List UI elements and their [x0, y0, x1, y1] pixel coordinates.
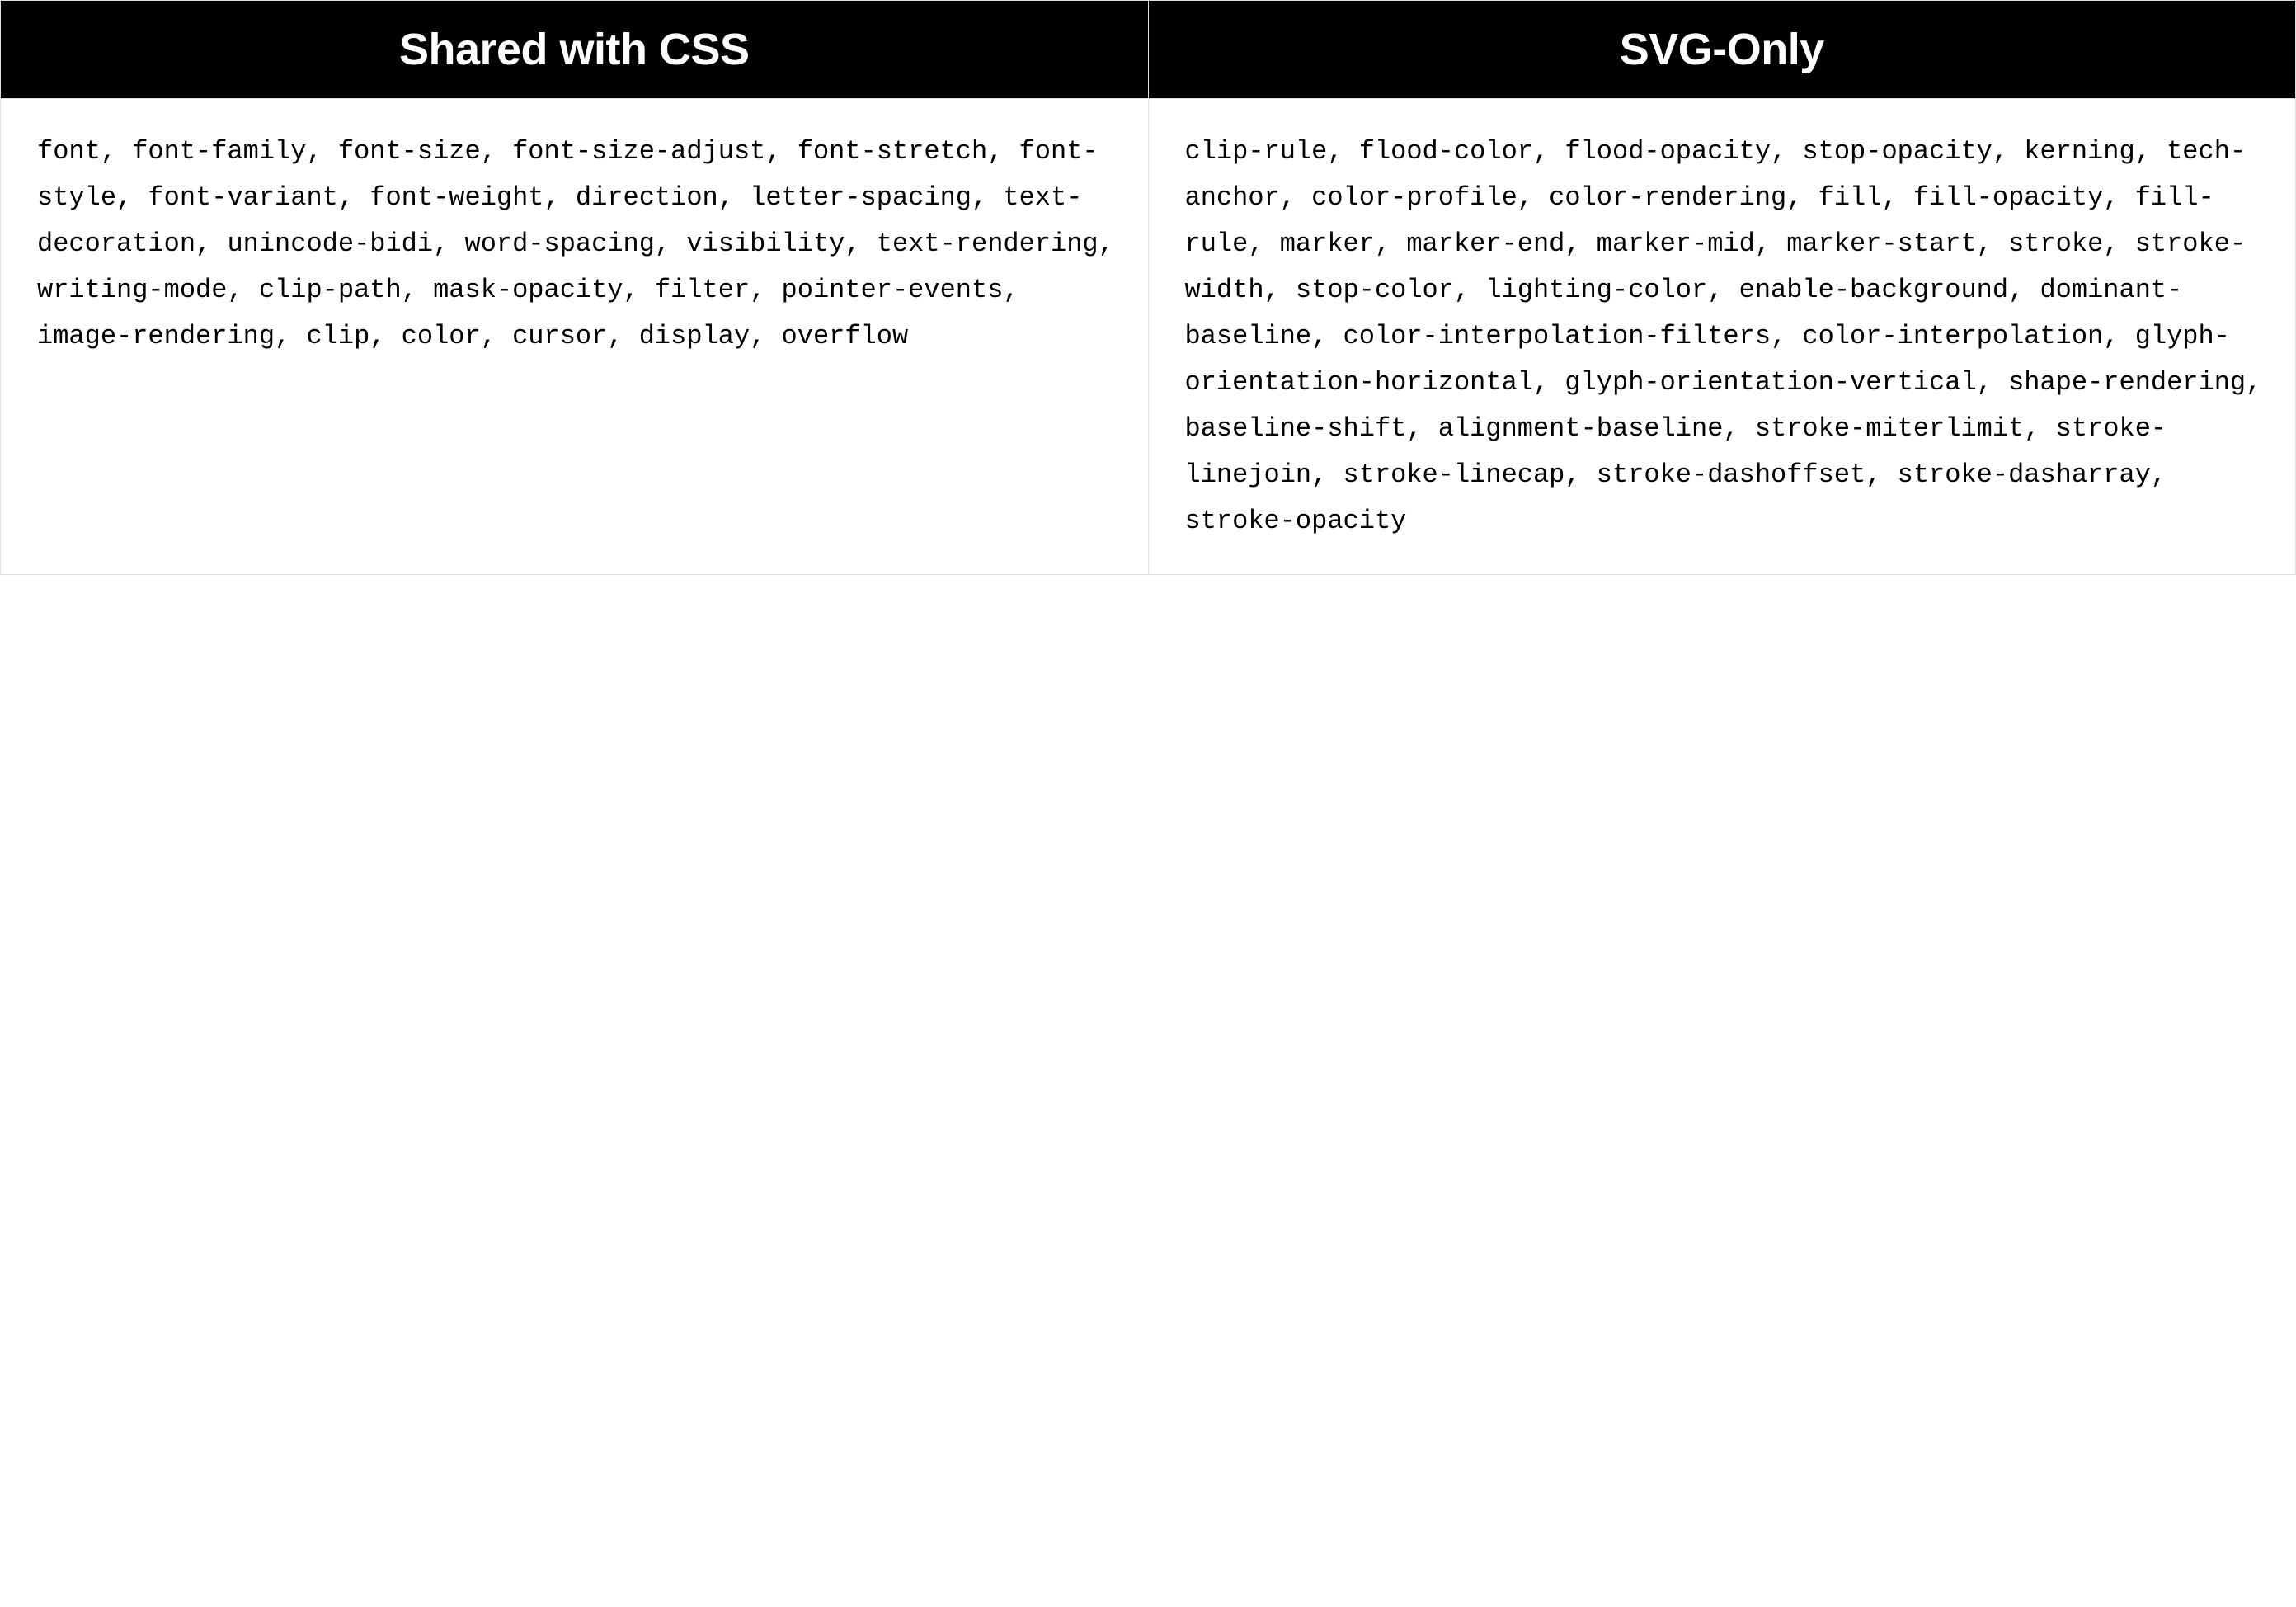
column-body-shared: font, font-family, font-size, font-size-…: [1, 99, 1149, 574]
column-header-svg-only: SVG-Only: [1149, 1, 2296, 98]
column-body-svg-only: clip-rule, flood-color, flood-opacity, s…: [1149, 99, 2296, 574]
table-body-row: font, font-family, font-size, font-size-…: [1, 98, 2295, 574]
column-header-shared: Shared with CSS: [1, 1, 1149, 98]
properties-table: Shared with CSS SVG-Only font, font-fami…: [0, 0, 2296, 575]
table-header-row: Shared with CSS SVG-Only: [1, 1, 2295, 98]
